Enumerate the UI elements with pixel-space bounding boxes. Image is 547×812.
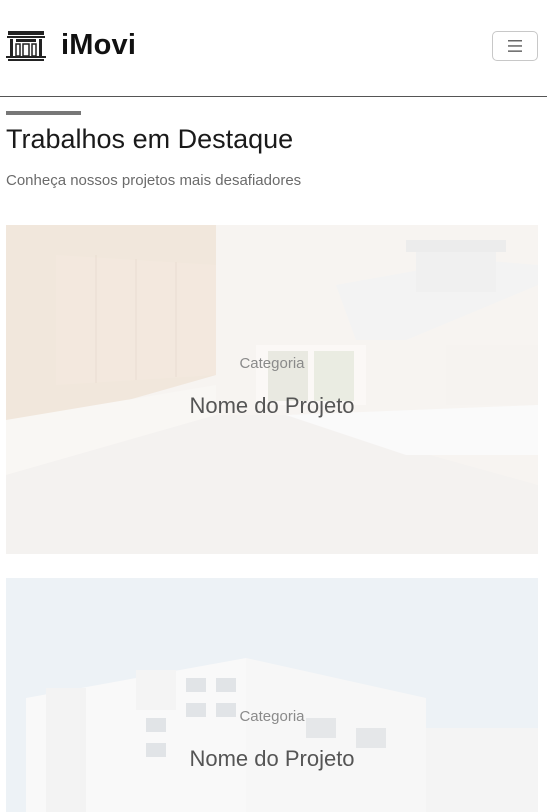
card-overlay bbox=[6, 225, 538, 554]
project-name: Nome do Projeto bbox=[189, 393, 355, 418]
section-title: Trabalhos em Destaque bbox=[6, 124, 294, 154]
section-accent-bar bbox=[6, 111, 81, 115]
brand-name: iMovi bbox=[61, 28, 137, 61]
project-category: Categoria bbox=[239, 708, 305, 725]
project-card[interactable]: Categoria Nome do Projeto bbox=[6, 578, 538, 812]
brand-link[interactable]: iMovi bbox=[6, 28, 136, 62]
menu-toggle-button[interactable] bbox=[492, 31, 538, 61]
project-name: Nome do Projeto bbox=[189, 746, 355, 771]
card-overlay bbox=[6, 578, 538, 812]
hamburger-menu-icon bbox=[508, 40, 522, 52]
navbar: iMovi bbox=[0, 0, 547, 97]
building-icon bbox=[6, 31, 46, 61]
project-card[interactable]: Categoria Nome do Projeto bbox=[6, 225, 538, 554]
section-subtitle: Conheça nossos projetos mais desafiadore… bbox=[6, 172, 302, 189]
project-category: Categoria bbox=[239, 355, 305, 372]
